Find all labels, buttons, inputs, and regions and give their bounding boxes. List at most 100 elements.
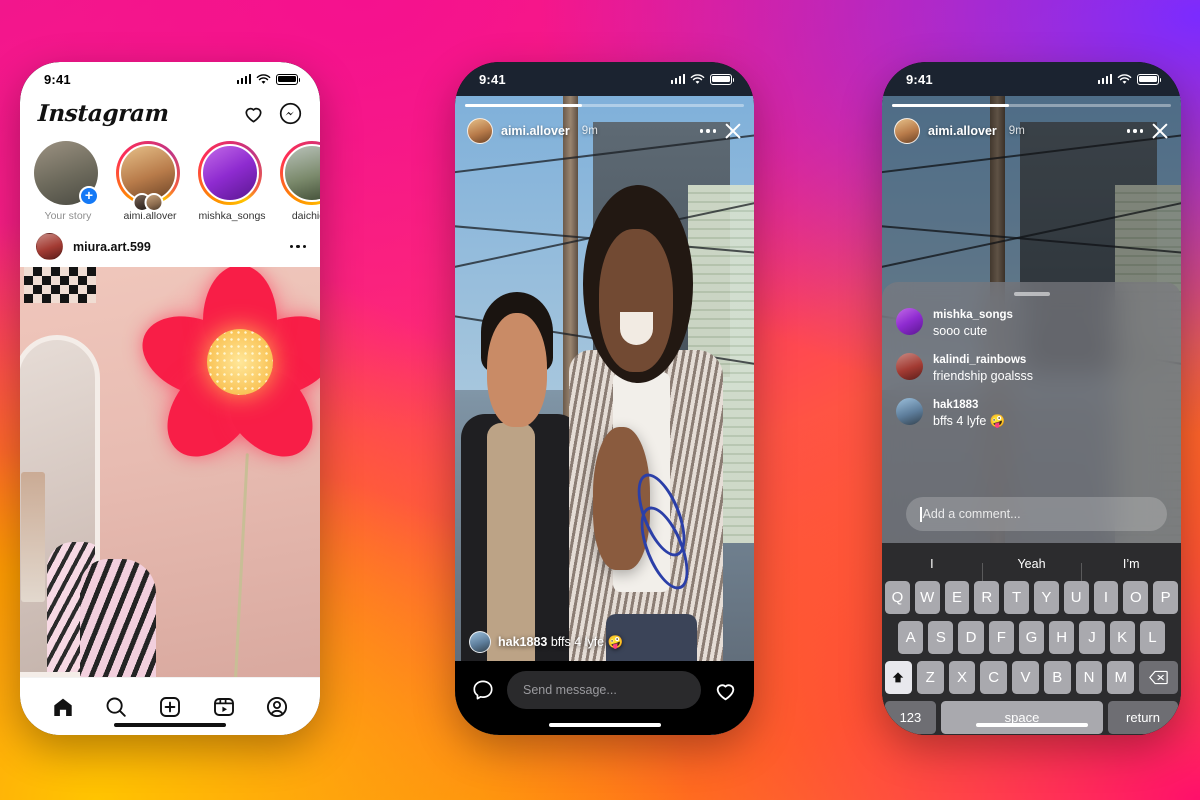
suggestion-item[interactable]: I’m <box>1081 557 1181 581</box>
story-ring[interactable]: + <box>34 141 99 206</box>
key-p[interactable]: P <box>1153 581 1178 614</box>
story-label: Your story <box>44 210 92 222</box>
heart-icon[interactable] <box>242 102 265 125</box>
post-image[interactable] <box>20 267 320 677</box>
suggestion-item[interactable]: I <box>882 557 982 571</box>
key-y[interactable]: Y <box>1034 581 1059 614</box>
return-key[interactable]: return <box>1108 701 1178 734</box>
key-k[interactable]: K <box>1109 621 1135 654</box>
key-b[interactable]: B <box>1043 661 1071 694</box>
phone-comments-screen: 9:41 aimi.allover 9m mishka_songs sooo c… <box>882 62 1181 735</box>
key-m[interactable]: M <box>1107 661 1135 694</box>
stories-tray[interactable]: + Your story aimi.allover mishka_songs d… <box>20 135 320 226</box>
add-comment-placeholder: Add a comment... <box>922 507 1021 521</box>
status-bar: 9:41 <box>882 62 1181 96</box>
add-comment-input[interactable]: Add a comment... <box>906 497 1167 531</box>
key-z[interactable]: Z <box>916 661 944 694</box>
avatar[interactable] <box>467 118 493 144</box>
more-options-icon[interactable] <box>289 244 306 249</box>
close-icon[interactable] <box>724 122 742 140</box>
key-e[interactable]: E <box>944 581 970 614</box>
close-icon[interactable] <box>1151 122 1169 140</box>
shift-icon[interactable] <box>885 661 912 694</box>
comment-username[interactable]: kalindi_rainbows <box>933 353 1033 367</box>
suggestion-item[interactable]: Yeah <box>981 557 1082 581</box>
profile-icon[interactable] <box>265 695 289 719</box>
key-r[interactable]: R <box>974 581 1000 614</box>
virtual-keyboard[interactable]: I Yeah I’m Q W E R T Y U I O P A S D F G… <box>882 543 1181 735</box>
avatar[interactable] <box>896 308 923 335</box>
keyboard-row-2: A S D F G H J K L <box>882 621 1181 654</box>
instagram-feed: 9:41 Instagram + Your story aimi.allover… <box>20 62 320 735</box>
reels-icon[interactable] <box>212 695 236 719</box>
story-item[interactable]: aimi.allover <box>116 141 184 222</box>
comment-username[interactable]: hak1883 <box>933 398 1005 412</box>
key-o[interactable]: O <box>1123 581 1149 614</box>
comment-text: friendship goalsss <box>933 369 1034 383</box>
post-username[interactable]: miura.art.599 <box>73 240 280 254</box>
key-i[interactable]: I <box>1093 581 1119 614</box>
avatar[interactable] <box>469 631 491 653</box>
comment-item[interactable]: hak1883 bffs 4 lyfe 🤪 <box>896 398 1167 429</box>
key-t[interactable]: T <box>1004 581 1029 614</box>
home-indicator <box>114 722 226 727</box>
key-c[interactable]: C <box>980 661 1008 694</box>
key-q[interactable]: Q <box>885 581 910 614</box>
key-l[interactable]: L <box>1139 621 1165 654</box>
key-x[interactable]: X <box>948 661 976 694</box>
story-username[interactable]: aimi.allover <box>501 124 570 138</box>
story-ring[interactable] <box>280 141 320 205</box>
key-h[interactable]: H <box>1049 621 1075 654</box>
add-story-plus-icon[interactable]: + <box>79 186 99 206</box>
story-item[interactable]: + Your story <box>34 141 102 222</box>
key-n[interactable]: N <box>1075 661 1103 694</box>
story-ring[interactable] <box>198 141 262 205</box>
key-j[interactable]: J <box>1079 621 1105 654</box>
key-w[interactable]: W <box>914 581 940 614</box>
home-icon[interactable] <box>51 695 75 719</box>
send-message-input[interactable]: Send message... <box>507 671 701 709</box>
key-g[interactable]: G <box>1018 621 1045 654</box>
key-d[interactable]: D <box>958 621 984 654</box>
key-s[interactable]: S <box>928 621 954 654</box>
story-item[interactable]: mishka_songs <box>198 141 266 222</box>
keyboard-row-1: Q W E R T Y U I O P <box>882 581 1181 614</box>
story-viewer[interactable]: 9:41 aimi.allover 9m hak1883 bffs 4 lyfe… <box>455 62 754 735</box>
key-a[interactable]: A <box>898 621 924 654</box>
key-f[interactable]: F <box>988 621 1014 654</box>
numbers-key[interactable]: 123 <box>885 701 936 734</box>
neon-flower-lamp <box>130 267 320 475</box>
cellular-signal-icon <box>670 74 685 84</box>
avatar[interactable] <box>896 353 923 380</box>
comment-text: sooo cute <box>933 324 988 338</box>
messenger-icon[interactable] <box>279 102 302 125</box>
comment-username[interactable]: mishka_songs <box>933 308 1013 322</box>
space-key[interactable]: space <box>940 701 1104 734</box>
story-ring[interactable] <box>116 141 180 212</box>
avatar[interactable] <box>894 118 920 144</box>
more-options-icon[interactable] <box>1126 129 1143 133</box>
caption-body: bffs 4 lyfe <box>550 634 605 649</box>
more-options-icon[interactable] <box>699 129 716 133</box>
sheet-grab-handle[interactable] <box>1013 292 1050 296</box>
message-bubble-icon[interactable] <box>471 678 495 702</box>
key-u[interactable]: U <box>1063 581 1089 614</box>
avatar[interactable] <box>896 398 923 425</box>
comment-item[interactable]: mishka_songs sooo cute <box>896 308 1167 339</box>
story-username[interactable]: aimi.allover <box>928 124 997 138</box>
bottom-tab-bar[interactable] <box>20 677 320 735</box>
status-indicators <box>670 73 735 85</box>
create-icon[interactable] <box>158 695 182 719</box>
key-v[interactable]: V <box>1012 661 1039 694</box>
backspace-icon[interactable] <box>1139 661 1178 694</box>
keyboard-row-4: 123 space return <box>882 701 1181 734</box>
phone-comments: 9:41 aimi.allover 9m mishka_songs sooo c… <box>882 62 1181 735</box>
heart-icon[interactable] <box>713 678 738 703</box>
story-item[interactable]: daichiguy <box>280 141 320 222</box>
avatar[interactable] <box>36 233 63 260</box>
cellular-signal-icon <box>1097 74 1112 84</box>
autocomplete-suggestions[interactable]: I Yeah I’m <box>882 547 1181 581</box>
story-header: aimi.allover 9m <box>894 118 1169 144</box>
comment-item[interactable]: kalindi_rainbows friendship goalsss <box>896 353 1167 384</box>
search-icon[interactable] <box>104 695 128 719</box>
